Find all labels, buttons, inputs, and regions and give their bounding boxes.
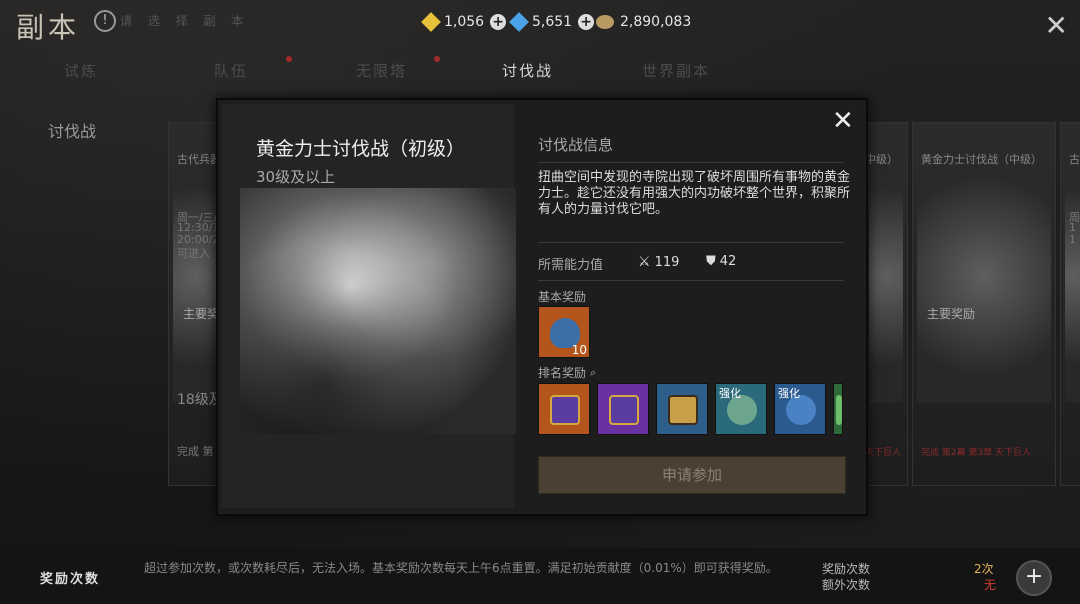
rank-reward-item[interactable] [538, 383, 590, 435]
rank-reward-item[interactable]: 强化 [774, 383, 826, 435]
top-bar: 副本 ! 请 选 择 副 本 1,056 + 5,651 + 2,890,083… [0, 0, 1080, 48]
basic-reward-label: 基本奖励 [538, 288, 586, 305]
raid-info-pane: 讨伐战信息 扭曲空间中发现的寺院出现了破坏周围所有事物的黄金力士。趁它还没有用强… [536, 100, 866, 514]
card-requirement: 完成 第2幕 第3章 天下巨人 [921, 448, 1032, 458]
card-complete: 完成 第 [177, 445, 214, 458]
raid-level-requirement: 30级及以上 [256, 168, 336, 186]
defense-requirement: ⛊ 42 [706, 254, 736, 269]
attack-requirement: ⚔ 119 [638, 254, 679, 270]
currency-blue: 5,651 + [509, 12, 595, 32]
tab-raid[interactable]: 讨伐战 [502, 60, 553, 81]
close-icon[interactable]: ✕ [1045, 12, 1068, 40]
rank-reward-label-text: 排名奖励 [538, 366, 587, 380]
raid-card-far-right[interactable]: 古 周 1 1 [1060, 122, 1080, 486]
info-section-title: 讨伐战信息 [538, 136, 614, 154]
raid-description: 扭曲空间中发现的寺院出现了破坏周围所有事物的黄金力士。趁它还没有用强大的内功破坏… [538, 170, 851, 217]
notification-dot [434, 56, 440, 62]
reward-count: 10 [571, 343, 587, 357]
raid-card-right[interactable]: 黄金力士讨伐战（中级） 主要奖励 完成 第2幕 第3章 天下巨人 [912, 122, 1056, 486]
attack-value: 119 [654, 254, 680, 270]
page-subtitle: 请 选 择 副 本 [120, 14, 250, 28]
raid-card-mid-right[interactable]: 中级） 天下巨人 [864, 122, 908, 486]
tab-team[interactable]: 队伍 [214, 60, 248, 81]
rank-reward-label: 排名奖励 ⌕ [538, 364, 596, 381]
currency-gold: 1,056 + [421, 12, 507, 32]
add-count-button[interactable]: + [1016, 560, 1052, 596]
card-title: 古代兵器 [177, 153, 221, 166]
tab-world-dungeon[interactable]: 世界副本 [642, 60, 710, 81]
requirement-label: 所需能力值 [538, 258, 604, 273]
search-icon[interactable]: ⌕ [590, 366, 596, 380]
card-requirement: 天下巨人 [865, 448, 902, 458]
extra-count-label: 额外次数 [822, 578, 871, 592]
raid-detail-modal: 黄金力士讨伐战（初级） 30级及以上 讨伐战信息 扭曲空间中发现的寺院出现了破坏… [216, 98, 868, 516]
raid-title: 黄金力士讨伐战（初级） [256, 138, 466, 160]
tab-infinite-tower[interactable]: 无限塔 [356, 60, 407, 81]
gift-box-purple-icon [609, 395, 639, 425]
add-blue-button[interactable]: + [578, 14, 595, 30]
rank-reward-item[interactable] [833, 383, 843, 435]
enhance-tag: 强化 [719, 387, 741, 400]
reward-count-value: 2次 [974, 562, 994, 576]
card-reward-label: 主要奖 [183, 307, 220, 321]
card-schedule-line: 1 [1069, 233, 1076, 246]
card-reward-label: 主要奖励 [927, 307, 976, 321]
currency-blue-value: 5,651 [532, 14, 573, 30]
partial-item-icon [836, 395, 842, 425]
basic-reward-label-text: 基本奖励 [538, 290, 587, 304]
coin-pouch-icon [596, 15, 614, 29]
card-title: 中级） [865, 153, 898, 166]
shield-icon: ⛊ [706, 254, 716, 269]
tab-bar: 试炼 队伍 无限塔 讨伐战 世界副本 [0, 50, 1080, 90]
card-title: 黄金力士讨伐战（中级） [921, 153, 1042, 166]
reward-count-description: 超过参加次数，或次数耗尽后，无法入场。基本奖励次数每天上午6点重置。满足初始贡献… [144, 561, 778, 575]
rank-reward-item[interactable] [597, 383, 649, 435]
reward-count-label: 奖励次数 [822, 562, 871, 576]
divider [538, 162, 844, 163]
enhance-tag: 强化 [778, 387, 800, 400]
defense-value: 42 [719, 254, 737, 269]
card-image [1065, 173, 1080, 403]
tab-trial[interactable]: 试炼 [64, 60, 98, 81]
raid-summary-pane: 黄金力士讨伐战（初级） 30级及以上 [222, 104, 516, 508]
extra-count-value: 无 [984, 578, 997, 592]
reward-count-title: 奖励次数 [40, 572, 101, 587]
sidebar-item-raid[interactable]: 讨伐战 [48, 118, 96, 142]
currency-gold-value: 1,056 [444, 14, 485, 30]
close-icon[interactable]: ✕ [832, 108, 854, 134]
add-gold-button[interactable]: + [490, 14, 507, 30]
page-title: 副本 [16, 11, 81, 44]
boss-artwork [240, 188, 516, 434]
divider [538, 242, 844, 243]
card-title: 古 [1069, 153, 1080, 166]
divider [538, 280, 844, 281]
currency-coin: 2,890,083 [596, 14, 691, 30]
apply-join-button[interactable]: 申请参加 [538, 456, 846, 494]
basic-reward-item[interactable]: 10 [538, 306, 590, 358]
gold-gem-icon [421, 12, 441, 32]
blue-gem-icon [509, 12, 529, 32]
gift-box-icon [550, 395, 580, 425]
currency-coin-value: 2,890,083 [620, 14, 692, 30]
rank-reward-item[interactable]: 强化 [715, 383, 767, 435]
card-schedule-line: 可进入 [177, 247, 210, 260]
card-image [173, 173, 219, 403]
card-image [869, 173, 903, 403]
notification-dot [286, 56, 292, 62]
reward-count-bar: 奖励次数 超过参加次数，或次数耗尽后，无法入场。基本奖励次数每天上午6点重置。满… [0, 548, 1080, 604]
card-image [917, 173, 1051, 403]
treasure-chest-icon [668, 395, 698, 425]
help-icon[interactable]: ! [94, 10, 116, 32]
rank-reward-item[interactable] [656, 383, 708, 435]
crossed-swords-icon: ⚔ [638, 254, 651, 270]
